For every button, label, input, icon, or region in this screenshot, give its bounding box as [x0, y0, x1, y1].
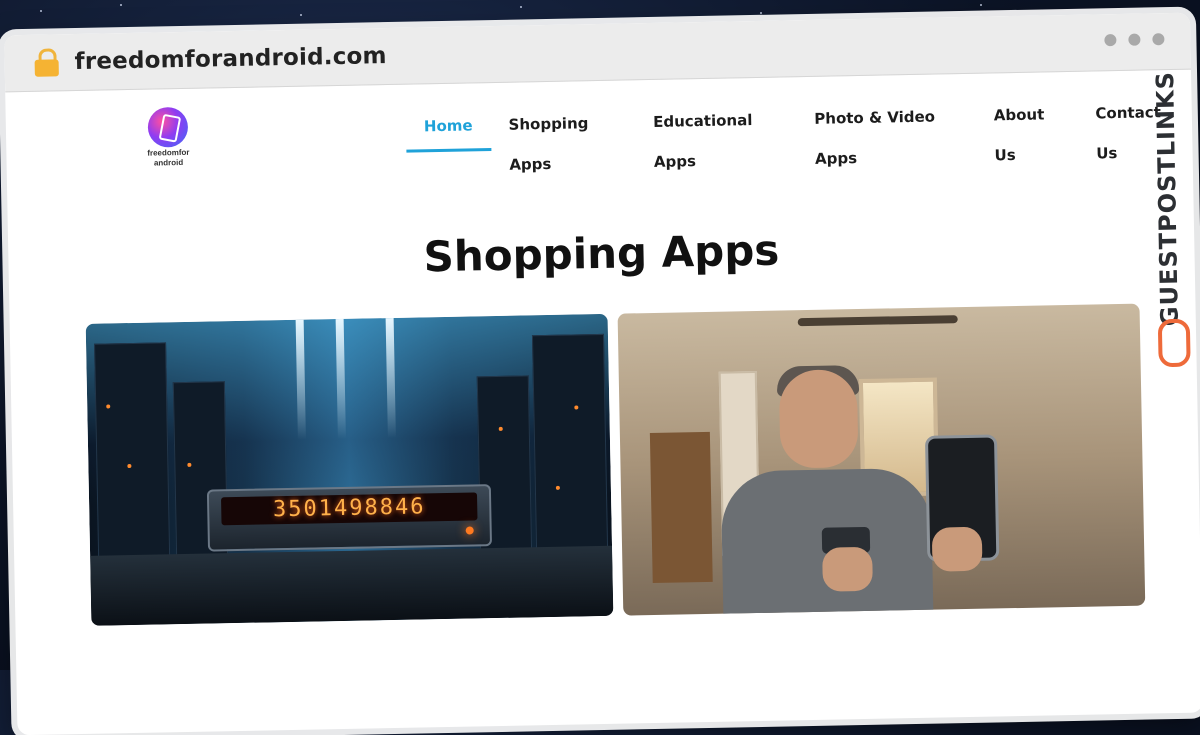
window-controls — [1104, 33, 1165, 47]
nav-shopping-apps[interactable]: Shopping Apps — [490, 102, 635, 174]
window-dot[interactable] — [1152, 33, 1165, 46]
main-nav: Home Shopping Apps Educational Apps Phot… — [406, 92, 1193, 174]
digital-counter-device: 3501498846 — [206, 484, 493, 552]
page-title: Shopping Apps — [423, 225, 780, 282]
site-logo[interactable]: freedomfor android — [140, 106, 197, 168]
digital-counter-readout: 3501498846 — [221, 492, 478, 526]
man-with-phones-image[interactable] — [617, 303, 1146, 616]
browser-window: freedomforandroid.com freedomfor android… — [4, 12, 1200, 735]
logo-text-line2: android — [153, 157, 184, 168]
datacenter-counter-image[interactable]: 3501498846 — [85, 313, 614, 626]
lock-icon — [34, 48, 59, 77]
chain-link-icon — [1157, 318, 1191, 368]
nav-photo-video-apps[interactable]: Photo & Video Apps — [796, 96, 976, 168]
post-cards: 3501498846 — [85, 303, 1146, 626]
window-dot[interactable] — [1128, 33, 1141, 46]
nav-educational-apps[interactable]: Educational Apps — [635, 99, 797, 171]
url-text[interactable]: freedomforandroid.com — [74, 43, 387, 75]
guestpostlinks-watermark: GUESTPOSTLINKS — [1145, 71, 1195, 372]
watermark-text: GUESTPOSTLINKS — [1151, 70, 1184, 327]
logo-text-line1: freedomfor — [147, 147, 190, 158]
site-header: freedomfor android Home Shopping Apps Ed… — [5, 70, 1193, 213]
phone-logo-icon — [147, 106, 189, 148]
window-dot[interactable] — [1104, 34, 1117, 47]
nav-about-us[interactable]: About Us — [975, 94, 1077, 164]
nav-home[interactable]: Home — [406, 105, 491, 147]
